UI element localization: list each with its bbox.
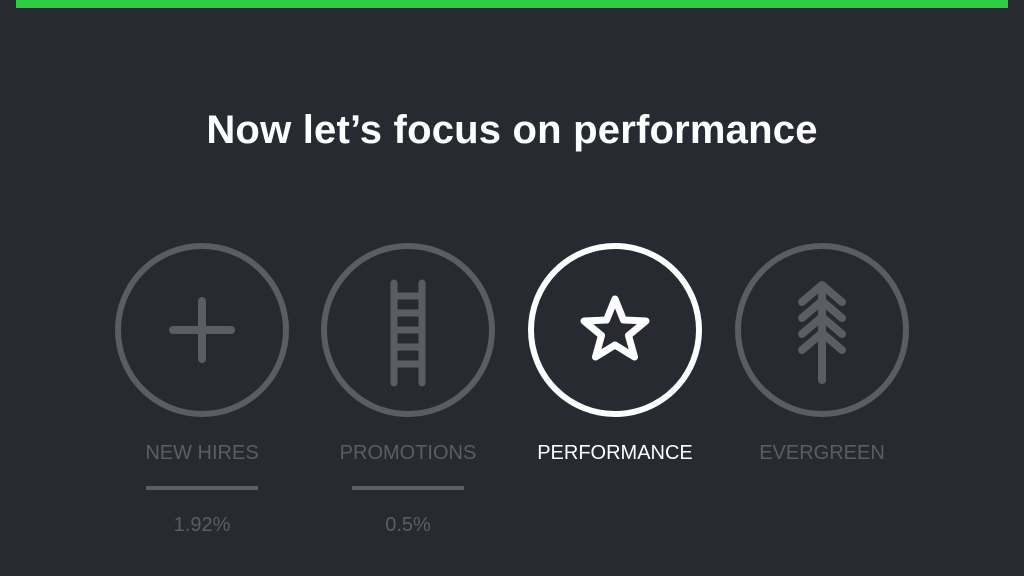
plus-icon bbox=[169, 297, 235, 363]
page-title: Now let’s focus on performance bbox=[206, 108, 818, 152]
step-circle[interactable] bbox=[321, 243, 495, 417]
step-value: 0.5% bbox=[385, 514, 431, 536]
step-label: NEW HIRES bbox=[145, 442, 259, 464]
star-icon bbox=[580, 295, 650, 361]
step-circle[interactable] bbox=[528, 243, 702, 417]
ladder-icon bbox=[390, 279, 426, 387]
step-circle[interactable] bbox=[115, 243, 289, 417]
step-value: 1.92% bbox=[173, 514, 231, 536]
step-label: PERFORMANCE bbox=[537, 442, 693, 464]
evergreen-tree-icon bbox=[798, 281, 846, 384]
step-underline bbox=[352, 486, 464, 490]
step-circle[interactable] bbox=[735, 243, 909, 417]
step-label: PROMOTIONS bbox=[339, 442, 477, 464]
progress-bar bbox=[16, 0, 1008, 8]
step-underline bbox=[146, 486, 258, 490]
step-label: EVERGREEN bbox=[759, 442, 885, 464]
